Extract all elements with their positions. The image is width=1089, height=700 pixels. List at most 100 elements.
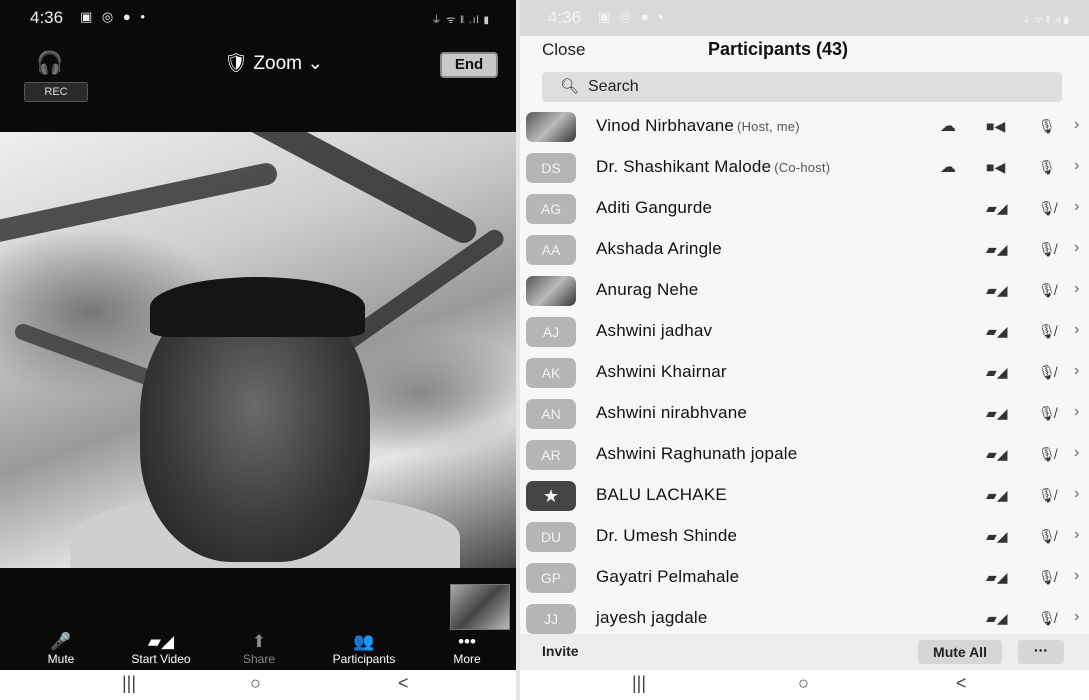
back-nav-icon[interactable]: <: [956, 673, 967, 694]
participant-row[interactable]: AR Ashwini Raghunath jopale ▰◢ 🎙︎̸ ›: [520, 435, 1089, 476]
participants-label: Participants: [332, 652, 396, 666]
participant-row[interactable]: AN Ashwini nirabhvane ▰◢ 🎙︎̸ ›: [520, 394, 1089, 435]
mic-muted-icon: 🎙︎̸: [1038, 200, 1056, 216]
participant-row[interactable]: AA Akshada Aringle ▰◢ 🎙︎̸ ›: [520, 230, 1089, 271]
close-button[interactable]: Close: [542, 40, 585, 60]
more-label: More: [453, 652, 481, 666]
status-bar: 4:36 ▣ ◎ ● • ⏚ ᯤ ‖ .ıl ▮: [0, 0, 516, 36]
chevron-right-icon: ›: [1074, 403, 1080, 420]
meeting-header: 🎧 🛡 Zoom ⌄ End REC: [0, 36, 516, 132]
mic-muted-icon: 🎙︎̸: [1038, 364, 1056, 380]
participant-name: Ashwini Raghunath jopale: [596, 444, 798, 463]
search-input[interactable]: 🔍︎ Search: [542, 72, 1062, 102]
participant-role: (Co-host): [774, 160, 831, 175]
participant-name: Aditi Gangurde: [596, 198, 713, 217]
signal-icons: ⏚ ᯤ ‖ .ıl ▮: [1021, 15, 1069, 26]
more-options-button[interactable]: ···: [1018, 640, 1064, 664]
participant-row[interactable]: JJ jayesh jagdale ▰◢ 🎙︎̸ ›: [520, 599, 1089, 634]
avatar: AK: [526, 358, 576, 388]
participant-name: BALU LACHAKE: [596, 485, 727, 504]
video-off-icon: ▰◢: [986, 528, 1008, 544]
mute-all-button[interactable]: Mute All: [918, 640, 1002, 664]
avatar: [526, 112, 576, 142]
meeting-title: Zoom: [253, 53, 302, 74]
chevron-right-icon: ›: [1074, 239, 1080, 256]
back-nav-icon[interactable]: <: [398, 673, 409, 694]
status-time: 4:36: [30, 8, 64, 27]
mic-muted-icon: 🎙︎̸: [1038, 323, 1056, 339]
participant-row[interactable]: Vinod Nirbhavane (Host, me) ☁ ■◀ 🎙︎ ›: [520, 107, 1089, 148]
chevron-right-icon: ›: [1074, 567, 1080, 584]
share-label: Share: [242, 652, 276, 666]
chevron-right-icon: ›: [1074, 526, 1080, 543]
mic-muted-icon: 🎙︎̸: [1038, 487, 1056, 503]
chevron-down-icon: ⌄: [307, 53, 324, 74]
chevron-right-icon: ›: [1074, 198, 1080, 215]
mute-label: Mute: [47, 652, 75, 666]
search-icon: 🔍︎: [560, 78, 580, 95]
invite-button[interactable]: Invite: [542, 643, 579, 659]
participant-name: Akshada Aringle: [596, 239, 722, 258]
chevron-right-icon: ›: [1074, 444, 1080, 461]
participant-row[interactable]: GP Gayatri Pelmahale ▰◢ 🎙︎̸ ›: [520, 558, 1089, 599]
avatar: AN: [526, 399, 576, 429]
screen-share-icon: ☁: [940, 159, 956, 176]
android-nav-bar: ||| ○ <: [520, 670, 1089, 700]
headphones-icon[interactable]: 🎧: [36, 50, 63, 76]
mute-button[interactable]: 🎤 Mute: [34, 632, 88, 666]
meeting-toolbar: 🎤 Mute ▰◢ Start Video ⬆ Share 👥 Particip…: [0, 630, 516, 670]
mic-muted-icon: 🎙︎̸: [1038, 528, 1056, 544]
participants-list: Vinod Nirbhavane (Host, me) ☁ ■◀ 🎙︎ › DS Dr. Sh…: [520, 107, 1089, 634]
participant-row[interactable]: ★ BALU LACHAKE ▰◢ 🎙︎̸ ›: [520, 476, 1089, 517]
mic-icon: 🎙︎: [1038, 159, 1056, 175]
start-video-button[interactable]: ▰◢ Start Video: [118, 632, 204, 666]
avatar: [526, 276, 576, 306]
share-icon: ⬆: [251, 632, 267, 651]
video-off-icon: ▰◢: [986, 487, 1008, 503]
share-button[interactable]: ⬆ Share: [232, 632, 286, 666]
chevron-right-icon: ›: [1074, 608, 1080, 625]
more-icon: •••: [458, 632, 476, 651]
shield-icon: 🛡: [224, 53, 249, 74]
participant-name: Ashwini jadhav: [596, 321, 713, 340]
notification-icons: ▣ ◎ ● •: [598, 9, 666, 24]
status-bar: 4:36 ▣ ◎ ● • ⏚ ᯤ ‖ .ıl ▮: [520, 0, 1089, 36]
participant-row[interactable]: DU Dr. Umesh Shinde ▰◢ 🎙︎̸ ›: [520, 517, 1089, 558]
home-nav-icon[interactable]: ○: [250, 673, 261, 694]
avatar: GP: [526, 563, 576, 593]
participant-name: Ashwini Khairnar: [596, 362, 727, 381]
chevron-right-icon: ›: [1074, 116, 1080, 133]
participants-button[interactable]: 👥 Participants: [318, 632, 410, 666]
avatar: DU: [526, 522, 576, 552]
video-feed: [0, 132, 516, 568]
mic-muted-icon: 🎙︎̸: [1038, 405, 1056, 421]
avatar: ★: [526, 481, 576, 511]
recents-nav-icon[interactable]: |||: [632, 673, 646, 694]
participants-icon: 👥: [353, 632, 375, 651]
participant-row[interactable]: DS Dr. Shashikant Malode (Co-host) ☁ ■◀ 🎙︎ ›: [520, 148, 1089, 189]
more-button[interactable]: ••• More: [440, 632, 494, 666]
mic-muted-icon: 🎙︎̸: [1038, 569, 1056, 585]
participant-row[interactable]: AK Ashwini Khairnar ▰◢ 🎙︎̸ ›: [520, 353, 1089, 394]
search-placeholder: Search: [588, 78, 639, 95]
signal-icons: ⏚ ᯤ ‖ .ıl ▮: [431, 15, 490, 26]
chevron-right-icon: ›: [1074, 485, 1080, 502]
video-off-icon: ▰◢: [986, 569, 1008, 585]
status-time: 4:36: [548, 8, 582, 27]
home-nav-icon[interactable]: ○: [798, 673, 809, 694]
meeting-title-dropdown[interactable]: 🛡 Zoom ⌄: [224, 51, 323, 75]
chevron-right-icon: ›: [1074, 321, 1080, 338]
video-off-icon: ▰◢: [986, 241, 1008, 257]
video-off-icon: ▰◢: [986, 323, 1008, 339]
page-title: Participants (43): [708, 39, 849, 59]
end-button[interactable]: End: [440, 52, 498, 78]
chevron-right-icon: ›: [1074, 280, 1080, 297]
participant-row[interactable]: AG Aditi Gangurde ▰◢ 🎙︎̸ ›: [520, 189, 1089, 230]
recents-nav-icon[interactable]: |||: [122, 673, 136, 694]
avatar: DS: [526, 153, 576, 183]
participant-row[interactable]: Anurag Nehe ▰◢ 🎙︎̸ ›: [520, 271, 1089, 312]
video-off-icon: ▰◢: [986, 610, 1008, 626]
participant-name: Dr. Shashikant Malode: [596, 157, 772, 176]
self-view-thumbnail[interactable]: [450, 584, 510, 630]
participant-row[interactable]: AJ Ashwini jadhav ▰◢ 🎙︎̸ ›: [520, 312, 1089, 353]
